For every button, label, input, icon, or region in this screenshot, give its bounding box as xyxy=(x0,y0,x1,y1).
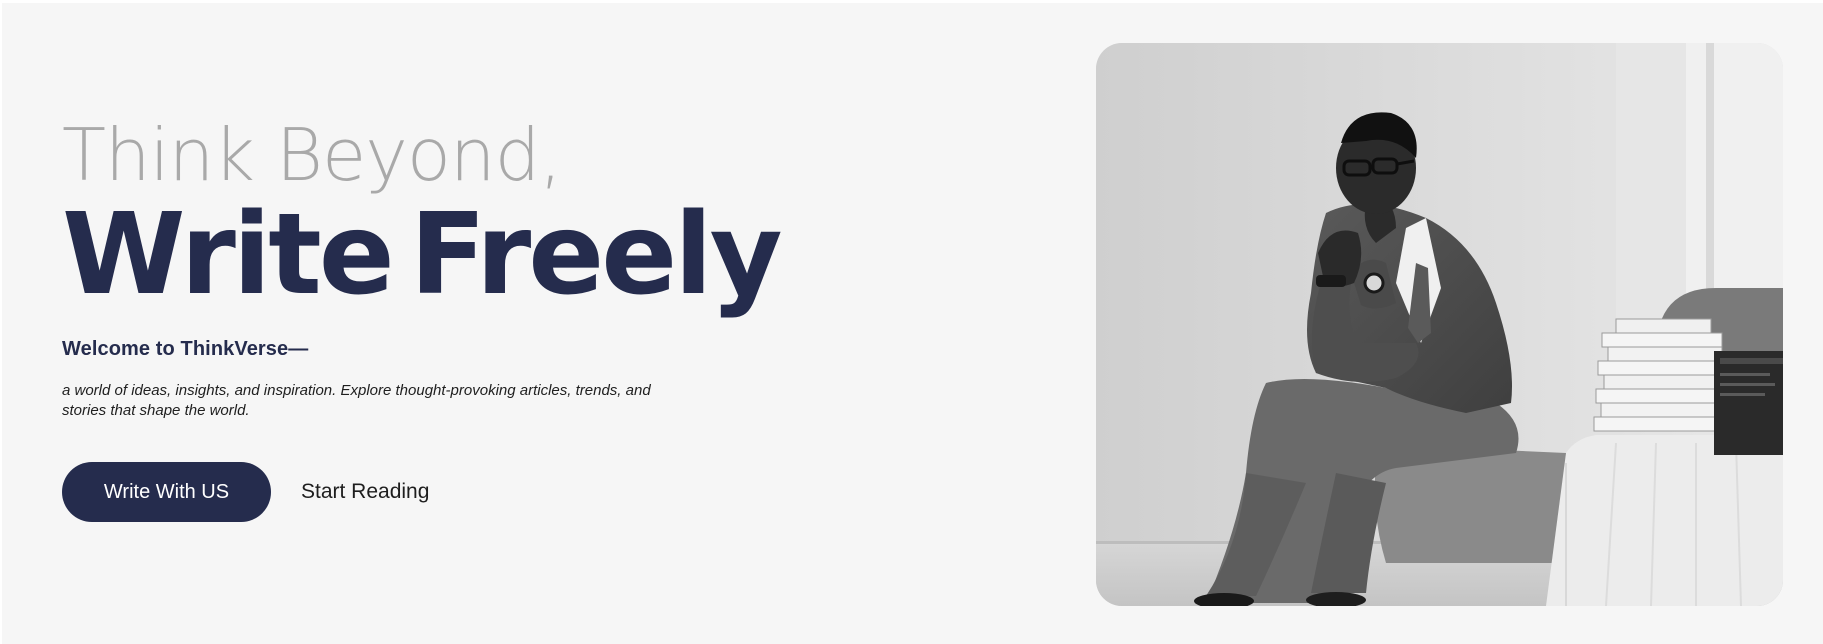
welcome-text: Welcome to ThinkVerse— xyxy=(62,338,309,360)
hero-photo-illustration xyxy=(1096,43,1783,606)
write-with-us-button[interactable]: Write With US xyxy=(62,462,271,522)
headline-word-write: Write xyxy=(62,190,395,320)
start-reading-link[interactable]: Start Reading xyxy=(301,480,429,504)
hero-description: a world of ideas, insights, and inspirat… xyxy=(62,382,651,419)
headline-light: Think Beyond, xyxy=(62,113,562,197)
headline-word-freely: Freely xyxy=(409,190,783,320)
hero-actions: Write With US Start Reading xyxy=(62,462,962,522)
hero-section: Think Beyond, Write Freely Welcome to Thi… xyxy=(0,0,1823,644)
hero-text-block: Think Beyond, Write Freely Welcome to Thi… xyxy=(62,112,962,522)
hero-photo xyxy=(1096,43,1783,606)
headline-bold: Write Freely xyxy=(62,196,962,314)
